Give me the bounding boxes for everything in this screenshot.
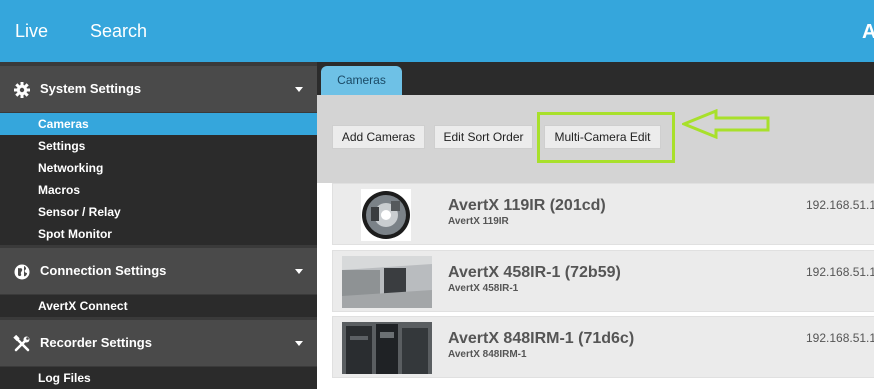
camera-ip: 192.168.51.1 [806, 198, 874, 212]
sidebar-item-avertx-connect[interactable]: AvertX Connect [0, 295, 317, 317]
sidebar-section-recorder-settings[interactable]: Recorder Settings [0, 320, 317, 366]
camera-name: AvertX 119IR (201cd) [448, 197, 606, 214]
sidebar-section-label: Recorder Settings [40, 335, 152, 350]
main-content: Cameras Add Cameras Edit Sort Order Mult… [317, 62, 874, 384]
sidebar-item-cameras[interactable]: Cameras [0, 113, 317, 135]
tab-cameras[interactable]: Cameras [321, 66, 402, 95]
sidebar-item-networking[interactable]: Networking [0, 157, 317, 179]
camera-row[interactable]: AvertX 458IR-1 (72b59) AvertX 458IR-1 19… [332, 250, 874, 312]
highlight-box [537, 112, 675, 163]
sidebar-item-settings[interactable]: Settings [0, 135, 317, 157]
camera-row[interactable]: AvertX 119IR (201cd) AvertX 119IR 192.16… [332, 183, 874, 245]
camera-ip: 192.168.51.1 [806, 331, 874, 345]
brand-logo: A [862, 21, 874, 43]
camera-name: AvertX 848IRM-1 (71d6c) [448, 330, 635, 347]
sidebar: System Settings Cameras Settings Network… [0, 62, 317, 389]
sidebar-item-spot-monitor[interactable]: Spot Monitor [0, 223, 317, 245]
camera-row[interactable]: AvertX 848IRM-1 (71d6c) AvertX 848IRM-1 … [332, 316, 874, 378]
edit-sort-order-button[interactable]: Edit Sort Order [434, 125, 533, 149]
camera-toolbar: Add Cameras Edit Sort Order Multi-Camera… [317, 95, 874, 183]
chevron-down-icon [295, 269, 303, 274]
tools-icon [13, 335, 30, 352]
sidebar-section-system-settings[interactable]: System Settings [0, 66, 317, 112]
sidebar-section-label: System Settings [40, 81, 142, 96]
camera-thumbnail [342, 256, 432, 308]
camera-model: AvertX 458IR-1 [448, 283, 519, 294]
nav-search-link[interactable]: Search [90, 21, 147, 42]
sidebar-item-macros[interactable]: Macros [0, 179, 317, 201]
globe-icon [14, 264, 30, 280]
camera-model: AvertX 119IR [448, 216, 509, 227]
sidebar-item-sensor-relay[interactable]: Sensor / Relay [0, 201, 317, 223]
camera-thumbnail [342, 322, 432, 374]
camera-model: AvertX 848IRM-1 [448, 349, 527, 360]
chevron-down-icon [295, 87, 303, 92]
camera-name: AvertX 458IR-1 (72b59) [448, 264, 621, 281]
sidebar-section-connection-settings[interactable]: Connection Settings [0, 248, 317, 294]
top-nav-bar: Live Search A [0, 0, 874, 62]
sidebar-item-log-files[interactable]: Log Files [0, 367, 317, 389]
add-cameras-button[interactable]: Add Cameras [332, 125, 425, 149]
camera-thumbnail [361, 189, 411, 241]
nav-live-link[interactable]: Live [15, 21, 48, 42]
sidebar-section-label: Connection Settings [40, 263, 167, 278]
camera-ip: 192.168.51.1 [806, 265, 874, 279]
tab-bar: Cameras [317, 62, 874, 95]
chevron-down-icon [295, 341, 303, 346]
annotation-arrow-icon [682, 109, 770, 139]
gear-icon [14, 82, 30, 98]
